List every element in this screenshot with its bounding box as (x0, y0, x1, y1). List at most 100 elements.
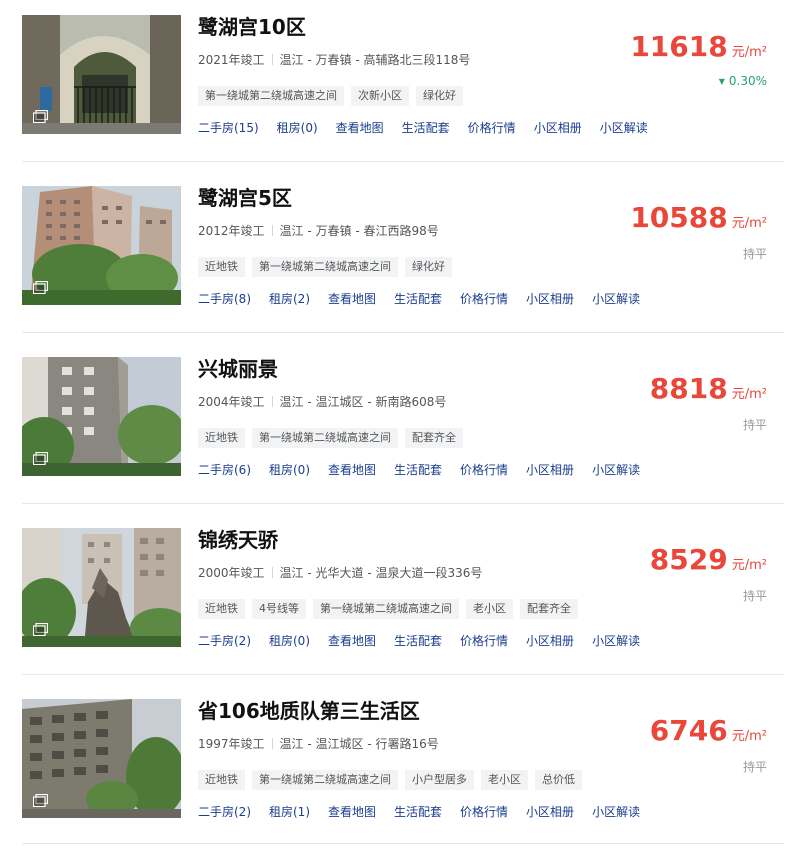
tag-list: 第一绕城第二绕城高速之间 次新小区 绿化好 (198, 84, 470, 106)
link-rent[interactable]: 租房(0) (277, 121, 318, 135)
price-value: 8818 (649, 372, 728, 405)
community-location: 温江 - 万春镇 - 春江西路98号 (279, 224, 439, 238)
tag-list: 近地铁 第一绕城第二绕城高速之间 配套齐全 (198, 426, 470, 448)
link-price-trend[interactable]: 价格行情 (460, 805, 508, 819)
link-map[interactable]: 查看地图 (336, 121, 384, 135)
link-album[interactable]: 小区相册 (526, 292, 574, 306)
price-change: 持平 (743, 758, 767, 775)
price-change-value: 0.30% (728, 74, 767, 88)
community-list: 鹭湖宫10区 2021年竣工 温江 - 万春镇 - 高辅路北三段118号 第一绕城… (0, 0, 787, 845)
price-unit: 元/m² (731, 558, 767, 573)
price-change-value: 持平 (742, 760, 767, 774)
community-photo[interactable] (22, 699, 181, 818)
unit-price: 8818 元/m² (650, 371, 767, 413)
feature-tag: 第一绕城第二绕城高速之间 (252, 257, 398, 277)
link-analysis[interactable]: 小区解读 (592, 463, 640, 477)
action-links: 二手房(2) 租房(1) 查看地图 生活配套 价格行情 小区相册 小区解读 (198, 804, 658, 820)
feature-tag: 老小区 (481, 770, 528, 790)
link-analysis[interactable]: 小区解读 (592, 805, 640, 819)
community-photo[interactable] (22, 15, 181, 134)
link-rent[interactable]: 租房(2) (269, 292, 310, 306)
link-price-trend[interactable]: 价格行情 (460, 292, 508, 306)
link-amenities[interactable]: 生活配套 (402, 121, 450, 135)
feature-tag: 近地铁 (198, 428, 245, 448)
link-price-trend[interactable]: 价格行情 (468, 121, 516, 135)
link-map[interactable]: 查看地图 (328, 805, 376, 819)
link-second-hand[interactable]: 二手房(2) (198, 805, 251, 819)
link-price-trend[interactable]: 价格行情 (460, 634, 508, 648)
price-change: 持平 (743, 587, 767, 604)
community-card: 鹭湖宫10区 2021年竣工 温江 - 万春镇 - 高辅路北三段118号 第一绕城… (0, 0, 787, 171)
photo-gallery-icon (33, 110, 48, 123)
community-name[interactable]: 省106地质队第三生活区 (198, 697, 420, 725)
link-rent[interactable]: 租房(0) (269, 634, 310, 648)
price-unit: 元/m² (731, 45, 767, 60)
price-change: ▼ 0.30% (719, 74, 767, 88)
community-name[interactable]: 鹭湖宫5区 (198, 184, 292, 212)
feature-tag: 小户型居多 (405, 770, 474, 790)
price-value: 10588 (630, 201, 728, 234)
link-rent[interactable]: 租房(0) (269, 463, 310, 477)
link-analysis[interactable]: 小区解读 (592, 292, 640, 306)
link-price-trend[interactable]: 价格行情 (460, 463, 508, 477)
feature-tag: 第一绕城第二绕城高速之间 (198, 86, 344, 106)
community-photo[interactable] (22, 357, 181, 476)
completion-year: 2021年竣工 (198, 53, 265, 67)
price-change-value: 持平 (742, 418, 767, 432)
community-card: 锦绣天骄 2000年竣工 温江 - 光华大道 - 温泉大道一段336号 近地铁 4号… (0, 513, 787, 684)
price-change-value: 持平 (742, 247, 767, 261)
link-second-hand[interactable]: 二手房(2) (198, 634, 251, 648)
community-photo[interactable] (22, 528, 181, 647)
feature-tag: 第一绕城第二绕城高速之间 (252, 770, 398, 790)
community-info: 2021年竣工 温江 - 万春镇 - 高辅路北三段118号 (198, 52, 470, 68)
divider (271, 225, 273, 236)
feature-tag: 配套齐全 (405, 428, 463, 448)
community-name[interactable]: 鹭湖宫10区 (198, 13, 306, 41)
link-amenities[interactable]: 生活配套 (394, 805, 442, 819)
community-info: 2012年竣工 温江 - 万春镇 - 春江西路98号 (198, 223, 439, 239)
link-map[interactable]: 查看地图 (328, 292, 376, 306)
unit-price: 11618 元/m² (630, 29, 767, 71)
feature-tag: 近地铁 (198, 257, 245, 277)
feature-tag: 总价低 (535, 770, 582, 790)
community-photo[interactable] (22, 186, 181, 305)
community-name[interactable]: 锦绣天骄 (198, 526, 278, 554)
community-info: 1997年竣工 温江 - 温江城区 - 行署路16号 (198, 736, 439, 752)
link-analysis[interactable]: 小区解读 (592, 634, 640, 648)
feature-tag: 次新小区 (351, 86, 409, 106)
link-map[interactable]: 查看地图 (328, 463, 376, 477)
price-change-value: 持平 (742, 589, 767, 603)
link-second-hand[interactable]: 二手房(8) (198, 292, 251, 306)
divider (22, 161, 784, 162)
link-second-hand[interactable]: 二手房(6) (198, 463, 251, 477)
link-album[interactable]: 小区相册 (526, 634, 574, 648)
link-second-hand[interactable]: 二手房(15) (198, 121, 259, 135)
feature-tag: 第一绕城第二绕城高速之间 (313, 599, 459, 619)
action-links: 二手房(6) 租房(0) 查看地图 生活配套 价格行情 小区相册 小区解读 (198, 462, 658, 478)
link-amenities[interactable]: 生活配套 (394, 634, 442, 648)
divider (22, 674, 784, 675)
tag-list: 近地铁 4号线等 第一绕城第二绕城高速之间 老小区 配套齐全 (198, 597, 585, 619)
community-card: 省106地质队第三生活区 1997年竣工 温江 - 温江城区 - 行署路16号 近… (0, 684, 787, 855)
divider (271, 738, 273, 749)
link-analysis[interactable]: 小区解读 (600, 121, 648, 135)
community-name[interactable]: 兴城丽景 (198, 355, 278, 383)
link-amenities[interactable]: 生活配套 (394, 292, 442, 306)
photo-gallery-icon (33, 452, 48, 465)
link-album[interactable]: 小区相册 (526, 805, 574, 819)
link-amenities[interactable]: 生活配套 (394, 463, 442, 477)
link-album[interactable]: 小区相册 (526, 463, 574, 477)
action-links: 二手房(8) 租房(2) 查看地图 生活配套 价格行情 小区相册 小区解读 (198, 291, 658, 307)
price-change: 持平 (743, 416, 767, 433)
divider (271, 396, 273, 407)
tag-list: 近地铁 第一绕城第二绕城高速之间 小户型居多 老小区 总价低 (198, 768, 589, 790)
divider (271, 54, 273, 65)
photo-gallery-icon (33, 794, 48, 807)
link-map[interactable]: 查看地图 (328, 634, 376, 648)
link-album[interactable]: 小区相册 (534, 121, 582, 135)
feature-tag: 绿化好 (405, 257, 452, 277)
feature-tag: 配套齐全 (520, 599, 578, 619)
link-rent[interactable]: 租房(1) (269, 805, 310, 819)
completion-year: 2000年竣工 (198, 566, 265, 580)
community-card: 兴城丽景 2004年竣工 温江 - 温江城区 - 新南路608号 近地铁 第一绕城第… (0, 342, 787, 513)
